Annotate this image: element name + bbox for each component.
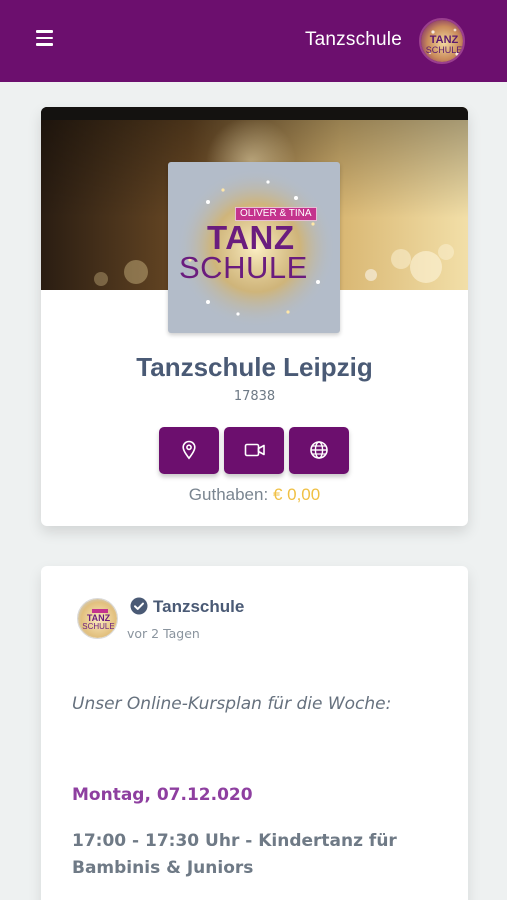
video-button[interactable]: [224, 427, 284, 474]
post-card: TANZ SCHULE Tanzschule vor 2 Tagen Unser…: [41, 566, 468, 900]
post-day-heading: Montag, 07.12.020: [72, 785, 253, 805]
globe-icon: [310, 441, 328, 459]
school-logo: OLIVER & TINA TANZ SCHULE: [168, 162, 340, 333]
website-button[interactable]: [289, 427, 349, 474]
banner-top-strip: [41, 107, 468, 120]
svg-text:SCHULE: SCHULE: [82, 622, 114, 631]
app-header: Tanzschule TANZ SCHULE: [0, 0, 507, 82]
post-intro-text: Unser Online-Kursplan für die Woche:: [72, 694, 392, 714]
post-avatar[interactable]: TANZ SCHULE: [77, 598, 118, 639]
post-time-slot: 17:00 - 17:30 Uhr - Kindertanz für Bambi…: [72, 831, 397, 878]
header-title: Tanzschule: [304, 29, 402, 50]
verified-badge-icon: [130, 597, 148, 615]
school-avatar[interactable]: TANZ SCHULE: [419, 18, 465, 64]
school-actions: [159, 427, 349, 474]
location-button[interactable]: [159, 427, 219, 474]
school-logo-icon: TANZ SCHULE: [78, 599, 117, 638]
post-timestamp: vor 2 Tagen: [127, 626, 200, 641]
svg-text:SCHULE: SCHULE: [426, 45, 463, 55]
video-camera-icon: [244, 443, 265, 457]
map-pin-icon: [182, 440, 196, 460]
school-card: OLIVER & TINA TANZ SCHULE Tanzschule Lei…: [41, 107, 468, 526]
post-author[interactable]: Tanzschule: [153, 597, 244, 617]
school-zip: 17838: [233, 389, 276, 404]
logo-word-schule: SCHULE: [179, 250, 308, 285]
school-logo-icon: TANZ SCHULE: [421, 20, 463, 62]
credit-balance: Guthaben: € 0,00: [41, 485, 468, 505]
credit-label: Guthaben:: [188, 485, 269, 504]
school-name: Tanzschule Leipzig: [136, 352, 373, 382]
hamburger-menu-icon[interactable]: [36, 30, 54, 46]
credit-value: € 0,00: [272, 485, 321, 504]
